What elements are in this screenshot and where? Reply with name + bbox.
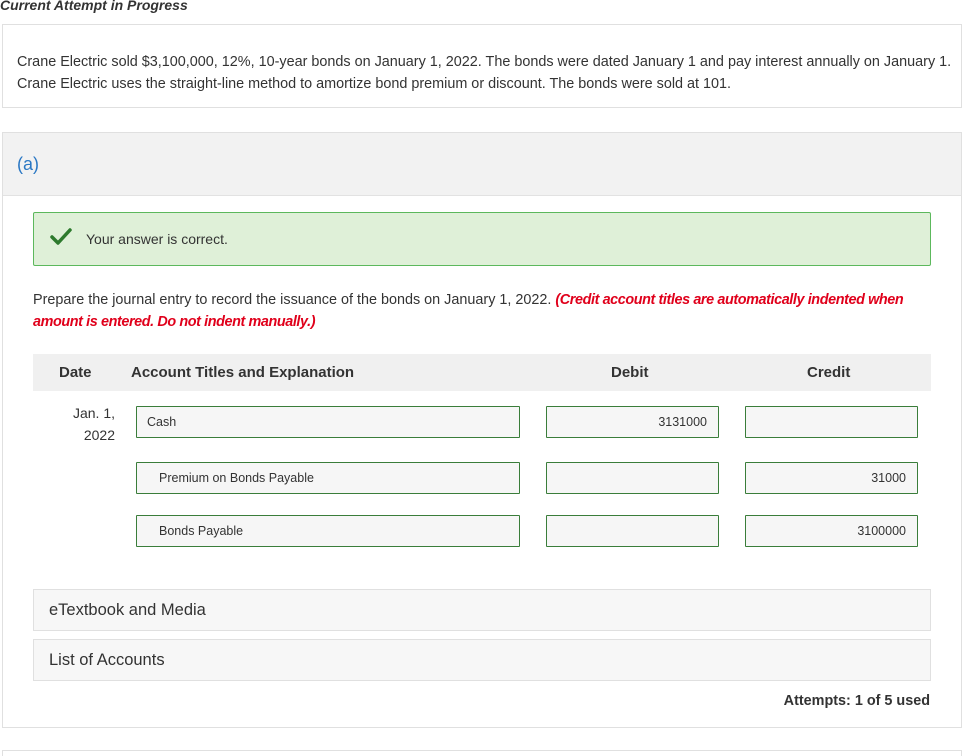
entry-date-line2: 2022 — [83, 427, 115, 443]
column-header-credit: Credit — [807, 364, 851, 381]
credit-field[interactable] — [745, 406, 918, 438]
debit-field[interactable]: 3131000 — [546, 406, 719, 438]
page-title: Current Attempt in Progress — [0, 0, 188, 13]
feedback-message: Your answer is correct. — [86, 231, 228, 247]
credit-field[interactable]: 31000 — [745, 462, 918, 494]
check-icon — [50, 227, 72, 247]
etextbook-link[interactable]: eTextbook and Media — [33, 589, 931, 631]
next-part-card — [2, 750, 962, 756]
entry-date-line1: Jan. 1, — [72, 405, 115, 421]
account-title-field[interactable]: Cash — [136, 406, 520, 438]
account-title-field[interactable]: Bonds Payable — [136, 515, 520, 547]
debit-field[interactable] — [546, 515, 719, 547]
column-header-date: Date — [59, 364, 92, 381]
credit-field[interactable]: 3100000 — [745, 515, 918, 547]
attempts-counter: Attempts: 1 of 5 used — [783, 693, 930, 709]
account-title-field[interactable]: Premium on Bonds Payable — [136, 462, 520, 494]
question-text: Crane Electric sold $3,100,000, 12%, 10-… — [17, 54, 952, 92]
part-label: (a) — [17, 154, 39, 174]
instructions-text: Prepare the journal entry to record the … — [33, 292, 552, 308]
part-header — [3, 133, 961, 196]
entry-date: Jan. 1, 2022 — [60, 402, 115, 446]
list-of-accounts-link[interactable]: List of Accounts — [33, 639, 931, 681]
column-header-debit: Debit — [611, 364, 649, 381]
instructions: Prepare the journal entry to record the … — [33, 289, 923, 333]
column-header-account: Account Titles and Explanation — [131, 364, 355, 381]
debit-field[interactable] — [546, 462, 719, 494]
